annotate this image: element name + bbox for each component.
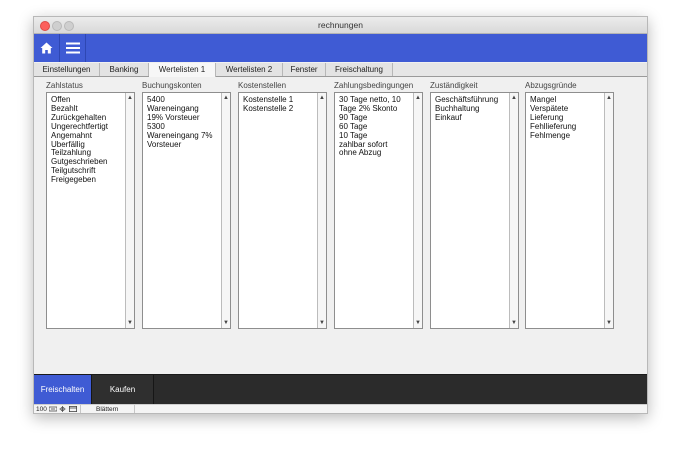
- list-item[interactable]: Vorsteuer: [147, 141, 218, 150]
- scrollbar[interactable]: ▲ ▼: [413, 93, 422, 328]
- title-bar: rechnungen: [34, 17, 647, 34]
- list-item[interactable]: 10 Tage: [339, 132, 410, 141]
- list-item[interactable]: 5400: [147, 96, 218, 105]
- zahlungsbedingungen-label: Zahlungsbedingungen: [334, 81, 414, 90]
- zoom-in-icon[interactable]: [59, 406, 66, 412]
- list-item[interactable]: Bezahlt: [51, 105, 122, 114]
- list-item[interactable]: Zurückgehalten: [51, 114, 122, 123]
- scroll-up-arrow-icon[interactable]: ▲: [606, 94, 612, 102]
- list-item[interactable]: Fehllieferung: [530, 123, 601, 132]
- scroll-up-arrow-icon[interactable]: ▲: [319, 94, 325, 102]
- list-item[interactable]: Freigegeben: [51, 176, 122, 185]
- list-item[interactable]: Buchhaltung: [435, 105, 506, 114]
- tab-freischaltung[interactable]: Freischaltung: [326, 63, 393, 76]
- zustaendigkeit-list[interactable]: Geschäftsführung Buchhaltung Einkauf ▲ ▼: [430, 92, 519, 329]
- list-item[interactable]: Geschäftsführung: [435, 96, 506, 105]
- zoom-level[interactable]: 100: [36, 405, 47, 413]
- menu-button[interactable]: [60, 34, 86, 62]
- list-item[interactable]: Überfällig: [51, 141, 122, 150]
- scroll-up-arrow-icon[interactable]: ▲: [415, 94, 421, 102]
- kostenstellen-label: Kostenstellen: [238, 81, 287, 90]
- scrollbar[interactable]: ▲ ▼: [125, 93, 134, 328]
- hamburger-menu-icon: [65, 42, 80, 54]
- zustaendigkeit-label: Zuständigkeit: [430, 81, 478, 90]
- tab-banking[interactable]: Banking: [100, 63, 149, 76]
- list-item[interactable]: Offen: [51, 96, 122, 105]
- zahlstatus-list[interactable]: Offen Bezahlt Zurückgehalten Ungerechtfe…: [46, 92, 135, 329]
- list-item[interactable]: ohne Abzug: [339, 149, 410, 158]
- zahlstatus-label: Zahlstatus: [46, 81, 83, 90]
- list-item[interactable]: zahlbar sofort: [339, 141, 410, 150]
- status-bar: 100 Blättern: [34, 404, 647, 413]
- abzugsgruende-label: Abzugsgründe: [525, 81, 577, 90]
- top-toolbar: [34, 34, 647, 62]
- scroll-down-arrow-icon[interactable]: ▼: [415, 319, 421, 327]
- home-icon: [40, 42, 53, 54]
- bottom-bar: Freischalten Kaufen: [34, 374, 647, 405]
- tab-wertelisten-1[interactable]: Wertelisten 1: [149, 63, 216, 77]
- scroll-down-arrow-icon[interactable]: ▼: [127, 319, 133, 327]
- value-lists-panel: Zahlstatus Offen Bezahlt Zurückgehalten …: [34, 77, 647, 374]
- scroll-down-arrow-icon[interactable]: ▼: [223, 319, 229, 327]
- list-item[interactable]: 5300: [147, 123, 218, 132]
- scrollbar[interactable]: ▲ ▼: [221, 93, 230, 328]
- app-window: rechnungen Einstellungen Banking Werteli…: [33, 16, 648, 414]
- scroll-up-arrow-icon[interactable]: ▲: [223, 94, 229, 102]
- kaufen-button[interactable]: Kaufen: [92, 375, 154, 405]
- buchungskonten-label: Buchungskonten: [142, 81, 202, 90]
- tab-wertelisten-2[interactable]: Wertelisten 2: [216, 63, 283, 76]
- list-item[interactable]: 30 Tage netto, 10: [339, 96, 410, 105]
- scrollbar[interactable]: ▲ ▼: [604, 93, 613, 328]
- scroll-down-arrow-icon[interactable]: ▼: [511, 319, 517, 327]
- zahlungsbedingungen-list[interactable]: 30 Tage netto, 10 Tage 2% Skonto 90 Tage…: [334, 92, 423, 329]
- scrollbar[interactable]: ▲ ▼: [317, 93, 326, 328]
- close-window-button[interactable]: [40, 21, 50, 31]
- scroll-up-arrow-icon[interactable]: ▲: [127, 94, 133, 102]
- scroll-down-arrow-icon[interactable]: ▼: [606, 319, 612, 327]
- tab-fenster[interactable]: Fenster: [283, 63, 326, 76]
- list-item[interactable]: Tage 2% Skonto: [339, 105, 410, 114]
- scroll-down-arrow-icon[interactable]: ▼: [319, 319, 325, 327]
- home-button[interactable]: [34, 34, 60, 62]
- freischalten-button[interactable]: Freischalten: [34, 375, 92, 405]
- window-title: rechnungen: [318, 20, 363, 30]
- scrollbar[interactable]: ▲ ▼: [509, 93, 518, 328]
- abzugsgruende-list[interactable]: Mangel Verspätete Lieferung Fehllieferun…: [525, 92, 614, 329]
- list-item[interactable]: 60 Tage: [339, 123, 410, 132]
- list-item[interactable]: Angemahnt: [51, 132, 122, 141]
- list-item[interactable]: Lieferung: [530, 114, 601, 123]
- status-divider: [134, 405, 135, 413]
- list-item[interactable]: Teilzahlung: [51, 149, 122, 158]
- tab-einstellungen[interactable]: Einstellungen: [34, 63, 100, 76]
- list-item[interactable]: Kostenstelle 2: [243, 105, 314, 114]
- buchungskonten-list[interactable]: 5400 Wareneingang 19% Vorsteuer 5300 War…: [142, 92, 231, 329]
- list-item[interactable]: Kostenstelle 1: [243, 96, 314, 105]
- zoom-out-icon[interactable]: [49, 406, 57, 412]
- list-item[interactable]: Einkauf: [435, 114, 506, 123]
- list-item[interactable]: Ungerechtfertigt: [51, 123, 122, 132]
- status-divider: [80, 405, 81, 413]
- list-item[interactable]: Wareneingang 7%: [147, 132, 218, 141]
- zoom-window-button[interactable]: [64, 21, 74, 31]
- list-item[interactable]: 90 Tage: [339, 114, 410, 123]
- tab-bar: Einstellungen Banking Wertelisten 1 Wert…: [34, 63, 647, 77]
- scroll-up-arrow-icon[interactable]: ▲: [511, 94, 517, 102]
- list-item[interactable]: Mangel: [530, 96, 601, 105]
- list-item[interactable]: 19% Vorsteuer: [147, 114, 218, 123]
- list-item[interactable]: Verspätete: [530, 105, 601, 114]
- kostenstellen-list[interactable]: Kostenstelle 1 Kostenstelle 2 ▲ ▼: [238, 92, 327, 329]
- list-item[interactable]: Gutgeschrieben: [51, 158, 122, 167]
- list-item[interactable]: Wareneingang: [147, 105, 218, 114]
- minimize-window-button[interactable]: [52, 21, 62, 31]
- list-item[interactable]: Fehlmenge: [530, 132, 601, 141]
- toolbar-toggle-icon[interactable]: [69, 406, 77, 412]
- mode-indicator[interactable]: Blättern: [96, 405, 118, 413]
- list-item[interactable]: Teilgutschrift: [51, 167, 122, 176]
